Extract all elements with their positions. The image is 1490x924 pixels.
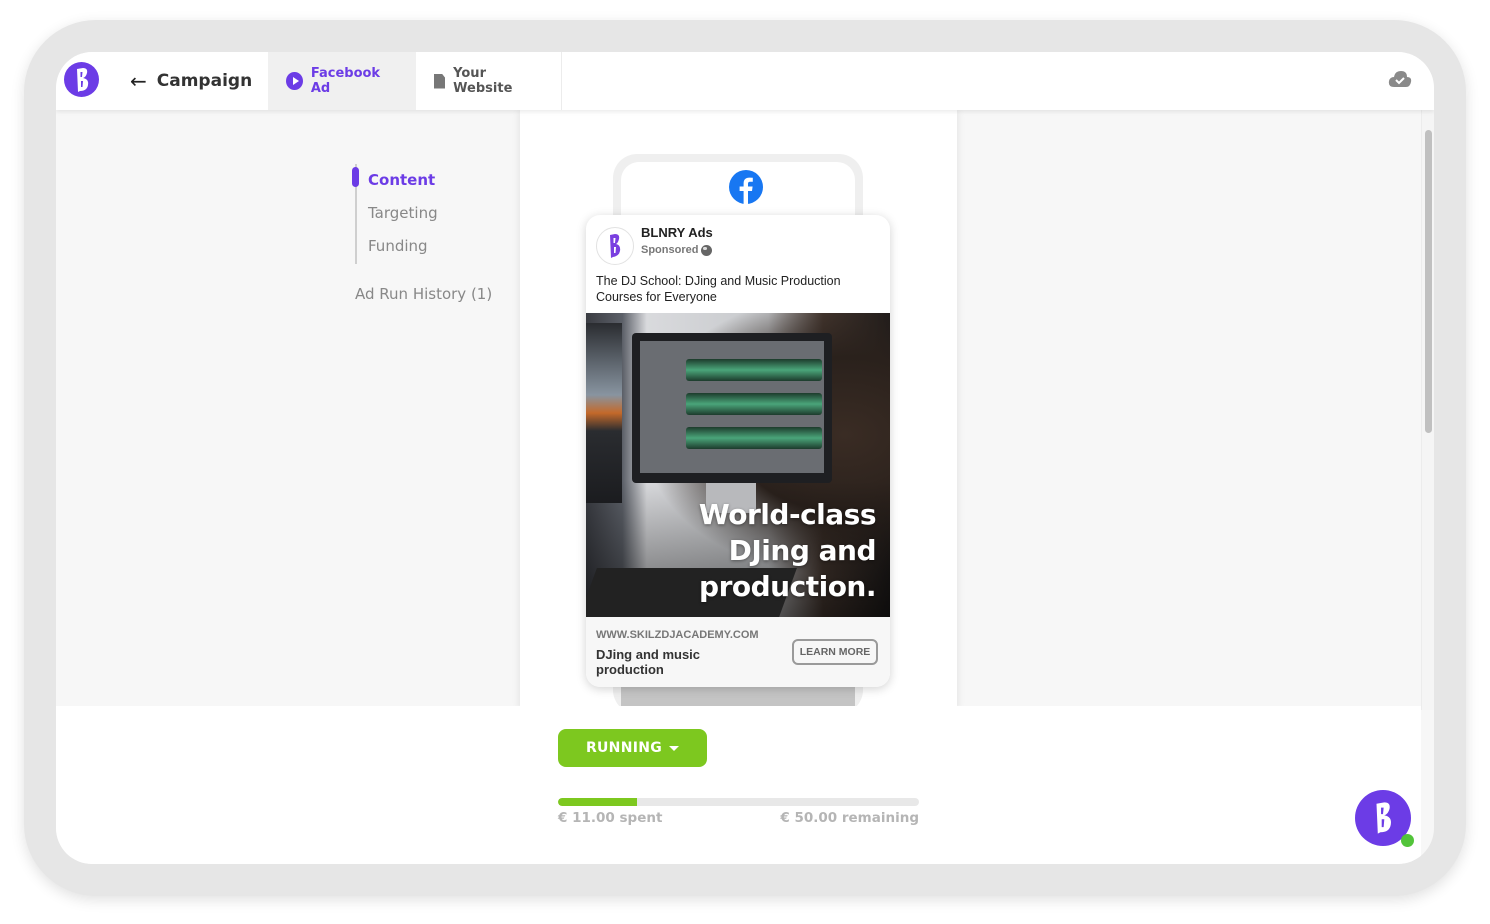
learn-more-button[interactable]: LEARN MORE — [792, 639, 878, 665]
image-monitor — [632, 333, 832, 483]
vertical-scrollbar[interactable] — [1421, 110, 1434, 710]
ad-primary-text: The DJ School: DJing and Music Productio… — [596, 274, 841, 304]
image-waveform — [686, 359, 822, 381]
sponsored-text: Sponsored — [641, 244, 699, 256]
caret-down-icon — [669, 745, 680, 751]
facebook-icon — [729, 170, 763, 204]
image-monitor-screen — [640, 341, 824, 473]
ad-image[interactable]: World-class DJing and production. — [586, 313, 890, 617]
headline-line: DJing and — [728, 534, 877, 567]
step-funding[interactable]: Funding — [368, 237, 428, 255]
budget-progress-bar — [558, 798, 919, 806]
ad-headline: DJing and music production — [596, 647, 701, 677]
step-content[interactable]: Content — [368, 171, 435, 189]
app-screen: ← Campaign Facebook Ad Your Website Cont… — [56, 52, 1434, 864]
tab-label: Your Website — [453, 66, 513, 96]
logo-b-icon — [1376, 802, 1391, 834]
top-bar: ← Campaign Facebook Ad Your Website — [56, 52, 1434, 110]
logo-b-icon — [76, 67, 88, 92]
page-name[interactable]: BLNRY Ads — [641, 225, 713, 240]
remaining-amount: € 50.00 remaining — [780, 810, 919, 826]
app-logo[interactable] — [64, 62, 99, 97]
page-avatar — [596, 227, 634, 265]
document-icon — [434, 73, 446, 89]
step-targeting[interactable]: Targeting — [368, 204, 438, 222]
tab-label: Facebook Ad — [310, 66, 381, 96]
image-waveform — [686, 393, 822, 415]
cloud-check-icon[interactable] — [1388, 70, 1412, 88]
image-waveform — [686, 427, 822, 449]
play-circle-icon — [286, 72, 303, 90]
back-to-campaign-button[interactable]: ← Campaign — [130, 68, 252, 94]
display-url: WWW.SKILZDJACADEMY.COM — [596, 629, 759, 641]
spent-amount: € 11.00 spent — [558, 810, 663, 826]
campaign-status-bar: RUNNING € 11.00 spent € 50.00 remaining — [56, 706, 1421, 864]
facebook-ad-card: BLNRY Ads Sponsored The DJ School: DJing… — [586, 215, 890, 687]
budget-progress-fill — [558, 798, 638, 806]
image-headline: World-class DJing and production. — [698, 497, 877, 605]
tab-your-website[interactable]: Your Website — [416, 52, 562, 110]
tab-facebook-ad[interactable]: Facebook Ad — [268, 52, 416, 110]
ad-run-history-link[interactable]: Ad Run History (1) — [355, 285, 492, 303]
headline-line: production. — [699, 570, 876, 603]
back-label: Campaign — [156, 71, 253, 91]
online-status-dot — [1401, 834, 1414, 847]
logo-b-icon — [610, 234, 621, 258]
scrollbar-thumb[interactable] — [1425, 130, 1432, 433]
chat-support-button[interactable] — [1355, 790, 1414, 847]
sponsored-label: Sponsored — [641, 244, 713, 256]
device-frame: ← Campaign Facebook Ad Your Website Cont… — [24, 20, 1466, 896]
status-label: RUNNING — [585, 740, 663, 756]
ad-footer: WWW.SKILZDJACADEMY.COM DJing and music p… — [586, 617, 890, 687]
globe-icon — [701, 244, 713, 256]
active-step-marker — [352, 167, 359, 187]
running-status-dropdown[interactable]: RUNNING — [558, 729, 707, 767]
headline-line: World-class — [698, 498, 877, 531]
image-left-monitor — [586, 323, 622, 503]
arrow-left-icon: ← — [130, 69, 147, 93]
